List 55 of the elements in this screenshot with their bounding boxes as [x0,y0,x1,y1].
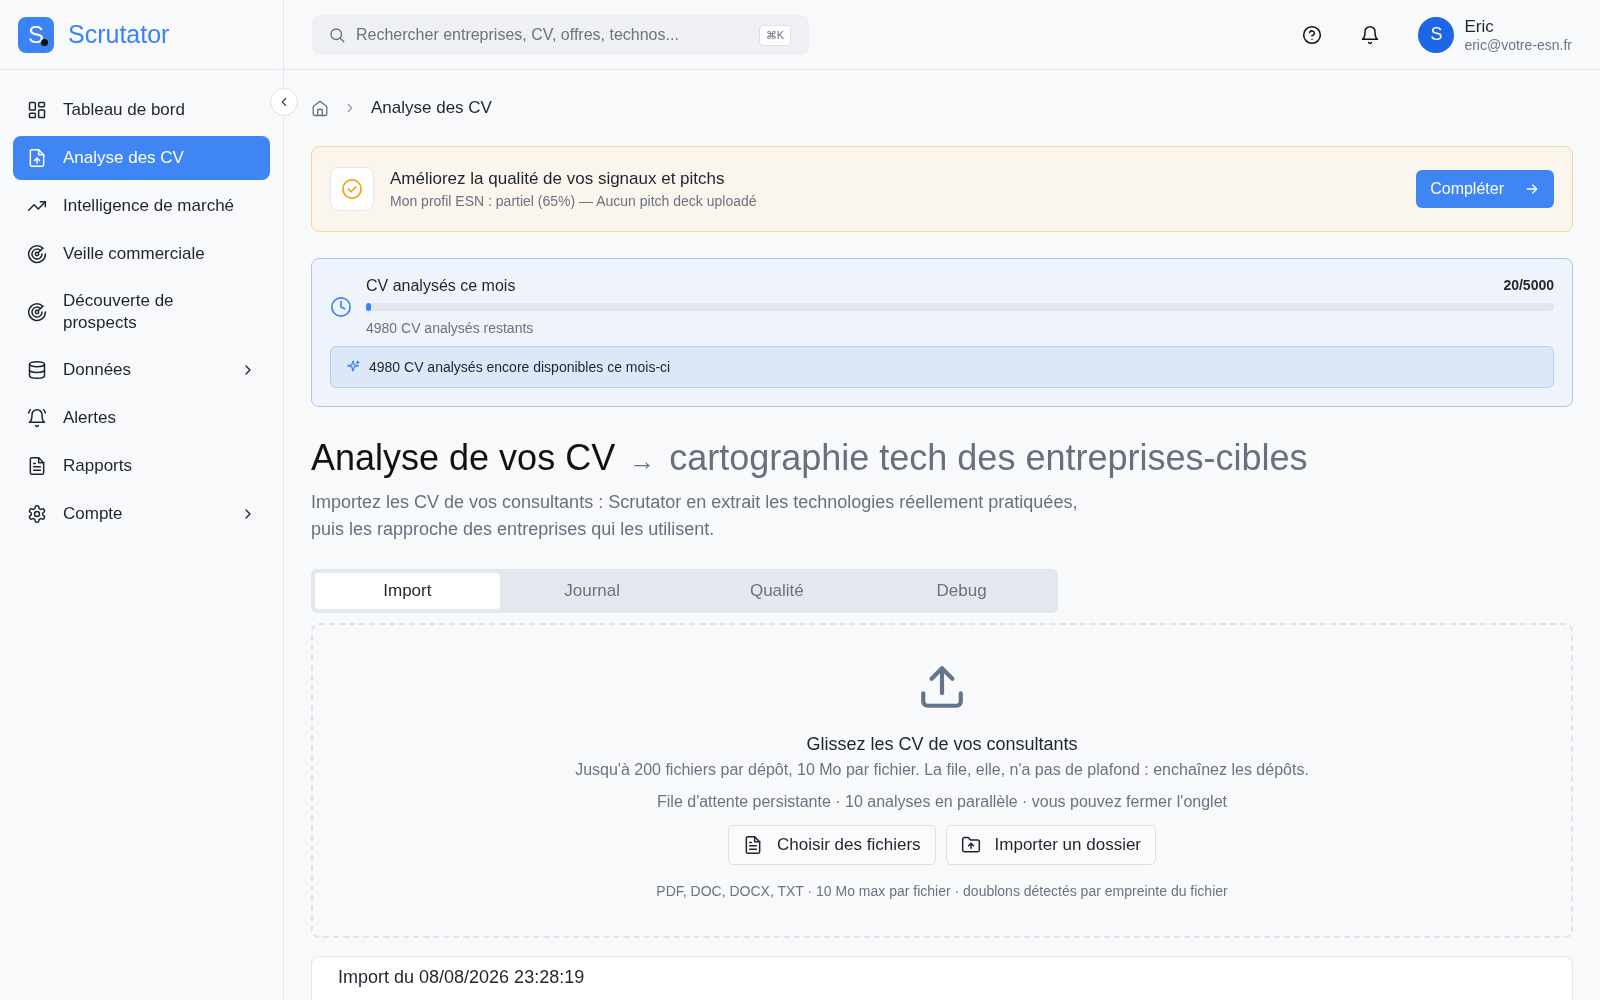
sidebar-item[interactable]: Intelligence de marché [13,184,270,228]
complete-button[interactable]: Compléter [1416,170,1554,208]
drop-title: Glissez les CV de vos consultants [806,734,1078,755]
file-upload-icon [27,148,47,168]
gear-icon [27,504,47,524]
notice-title: Améliorez la qualité de vos signaux et pitchs [390,169,726,189]
radar-icon [27,302,47,322]
notice-detail: Mon profil ESN : partiel (65%) — Aucun pitch deck uploadé [390,193,758,209]
home-icon [311,99,329,117]
clock-icon [330,295,352,318]
tab[interactable]: Import [315,573,500,609]
page-description: Importez les CV de vos consultants : Scrutator en extrait les technologies réellement pratiquées, puis les rapproche des entreprises qui les utilisent. [311,491,1079,541]
sidebar-item[interactable]: Compte [13,492,270,536]
tab[interactable]: Debug [869,573,1054,609]
page-subtitle: cartographie tech des entreprises-cibles [669,437,1308,479]
sidebar-item[interactable]: Veille commerciale [13,232,270,276]
document-icon [27,456,47,476]
bell-icon [27,408,47,428]
quota-count: 20/5000 [1503,277,1554,295]
tab[interactable]: Qualité [684,573,870,609]
database-icon [27,360,47,380]
tab[interactable]: Journal [499,573,685,609]
import-title: Import du 08/08/2026 23:28:19 [338,967,585,987]
sidebar-item[interactable]: Analyse des CV [13,136,270,180]
user-name: Eric [1464,16,1495,37]
quota-remaining: 4980 CV analysés restants [366,320,535,336]
sidebar-item[interactable]: Découverte de prospects [13,280,270,344]
sidebar-item[interactable]: Alertes [13,396,270,440]
user-email: eric@votre-esn.fr [1464,36,1572,53]
drop-limits: Jusqu'à 200 fichiers par dépôt, 10 Mo par fichier. La file, elle, n'a pas de plafond : enchaînez les dépôts. [575,761,1309,779]
quota-info-text: 4980 CV analysés encore disponibles ce mois-ci [369,359,671,375]
sidebar-item[interactable]: Données [13,348,270,392]
search-icon [328,25,346,44]
file-picker-button[interactable]: Importer un dossier [945,825,1157,865]
sidebar-item[interactable]: Rapports [13,444,270,488]
file-picker-button[interactable]: Choisir des fichiers [727,825,936,865]
page-title: Analyse de vos CV [311,437,616,479]
user-avatar[interactable]: S [1418,16,1455,53]
app-name: Scrutator [68,20,170,49]
breadcrumb-item[interactable]: Analyse des CV [371,98,492,118]
arrow-right-icon [1524,181,1540,197]
help-icon [1302,24,1323,45]
drop-queue-info: File d'attente persistante · 10 analyses en parallèle · vous pouvez fermer l'onglet [657,793,1227,811]
sidebar-item[interactable]: Tableau de bord [13,88,270,132]
formats-hint: PDF, DOC, DOCX, TXT · 10 Mo max par fichier · doublons détectés par empreinte du fichier [656,883,1228,899]
check-circle-icon [341,178,363,200]
app-logo: S [18,16,54,53]
notifications-button[interactable] [1360,24,1381,45]
folder-upload-icon [960,835,981,855]
radar-icon [27,244,47,264]
grid-icon [27,100,47,120]
help-button[interactable] [1302,24,1323,45]
quota-title: CV analysés ce mois [366,277,516,295]
arrow-glyph: → [629,446,656,477]
bell-icon [1360,24,1381,45]
